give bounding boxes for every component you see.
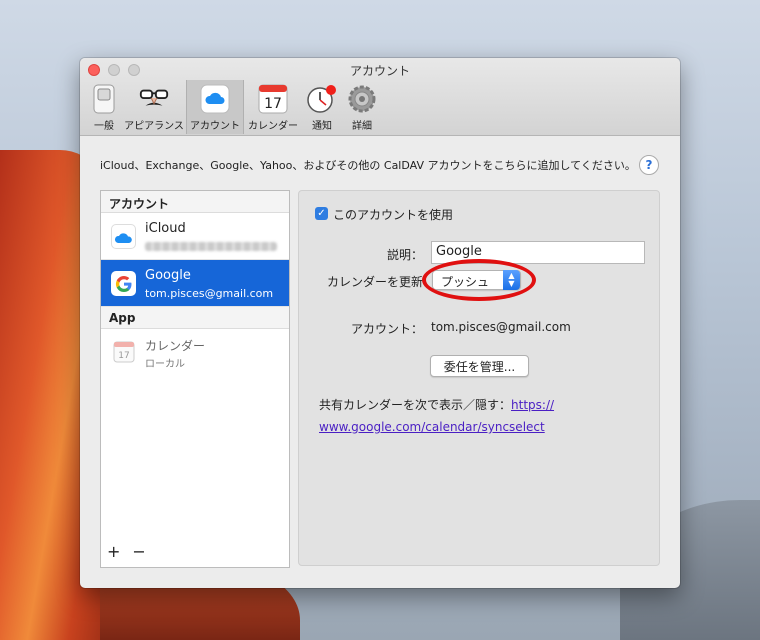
- icloud-icon: [111, 224, 136, 249]
- shared-calendars-text: 共有カレンダーを次で表示／隠す：https:// www.google.com/…: [319, 398, 555, 434]
- instructions-text: iCloud、Exchange、Google、Yahoo、およびその他の Cal…: [100, 159, 636, 172]
- calendar-icon: 17: [257, 83, 289, 115]
- app-row-calendar[interactable]: 17 カレンダー ローカル: [101, 329, 289, 373]
- sync-select-link-part2[interactable]: www.google.com/calendar/syncselect: [319, 420, 545, 434]
- svg-text:17: 17: [118, 351, 129, 361]
- accounts-header: アカウント: [101, 191, 289, 213]
- switch-icon: [88, 83, 120, 115]
- tab-notifications[interactable]: 通知: [302, 80, 342, 134]
- enable-account-checkbox[interactable]: ✓: [315, 207, 328, 220]
- account-detail-panel: ✓ このアカウントを使用 説明： Google カレンダーを更新 プッシュ ▲ ▼…: [298, 190, 660, 566]
- add-remove-controls: + −: [107, 542, 146, 561]
- redacted-email: [145, 242, 277, 251]
- remove-account-button[interactable]: −: [132, 542, 145, 561]
- help-button[interactable]: ?: [639, 155, 659, 175]
- tab-advanced[interactable]: 詳細: [342, 80, 382, 134]
- content-area: iCloud、Exchange、Google、Yahoo、およびその他の Cal…: [80, 137, 680, 588]
- preference-tabs: 一般 アピアランス アカウント 17 カレンダー 通知 詳細: [86, 80, 382, 134]
- account-label: アカウント：: [350, 322, 423, 336]
- refresh-label: カレンダーを更新: [326, 275, 423, 289]
- add-account-button[interactable]: +: [107, 542, 120, 561]
- manage-delegation-button[interactable]: 委任を管理...: [430, 355, 529, 377]
- account-row-google[interactable]: Google tom.pisces@gmail.com: [101, 260, 289, 307]
- highlight-annotation: [422, 259, 536, 301]
- window-title: アカウント: [349, 64, 410, 78]
- preferences-window: アカウント 一般 アピアランス アカウント 17 カレンダー 通知 詳細 iCl…: [80, 58, 680, 588]
- gear-icon: [346, 83, 378, 115]
- disguise-icon: [138, 83, 170, 115]
- cloud-icon: [199, 83, 231, 115]
- svg-text:17: 17: [264, 96, 282, 112]
- enable-account-label: このアカウントを使用: [333, 208, 454, 222]
- account-email: tom.pisces@gmail.com: [431, 320, 571, 334]
- tab-appearance[interactable]: アピアランス: [122, 80, 186, 134]
- calendar-icon: 17: [111, 339, 136, 364]
- tab-general[interactable]: 一般: [86, 80, 122, 134]
- tab-calendar[interactable]: 17 カレンダー: [244, 80, 302, 134]
- description-label: 説明：: [386, 248, 423, 262]
- sync-select-link-part1[interactable]: https://: [511, 398, 554, 412]
- account-row-icloud[interactable]: iCloud: [101, 213, 289, 260]
- clock-icon: [306, 83, 338, 115]
- accounts-list: アカウント iCloud Google tom.pisces@gmail.com…: [100, 190, 290, 568]
- google-icon: [111, 271, 136, 296]
- app-header: App: [101, 307, 289, 329]
- tab-accounts[interactable]: アカウント: [186, 80, 244, 134]
- toolbar: アカウント 一般 アピアランス アカウント 17 カレンダー 通知 詳細: [80, 58, 680, 136]
